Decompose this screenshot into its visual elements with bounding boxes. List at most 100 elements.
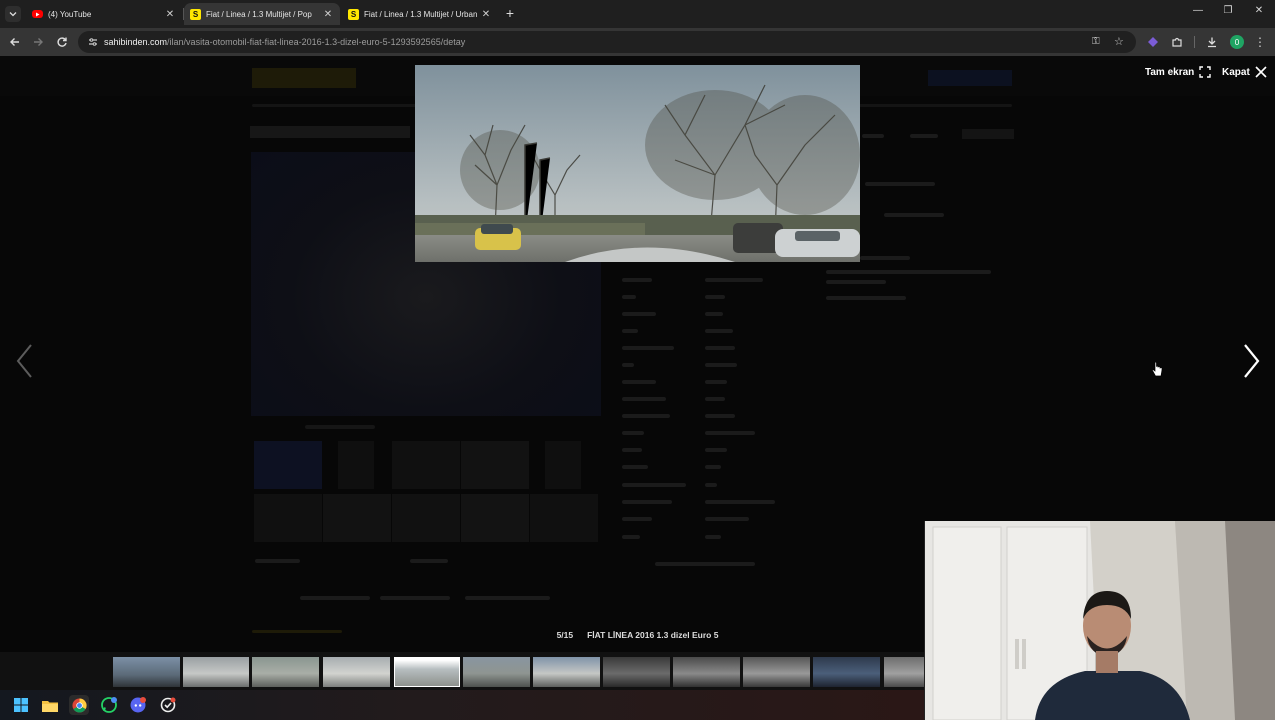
- detail-value-ghost: [705, 380, 727, 384]
- thumb-ghost: [254, 441, 322, 489]
- detail-row-ghost: [622, 448, 642, 452]
- detail-row-ghost: [622, 329, 638, 333]
- tab-fiat-linea-pop[interactable]: S Fiat / Linea / 1.3 Multijet / Pop ✕: [184, 3, 340, 25]
- header-button-ghost: [928, 70, 1012, 86]
- filmstrip-thumb[interactable]: [743, 657, 810, 687]
- webcam-overlay: [924, 521, 1275, 720]
- photo-counter: 5/15: [556, 630, 574, 640]
- detail-row-ghost: [622, 414, 670, 418]
- seller-ghost: [826, 280, 886, 284]
- detail-value-ghost: [705, 517, 749, 521]
- thumb-ghost: [254, 494, 322, 542]
- detail-row-ghost: [622, 465, 648, 469]
- profile-avatar[interactable]: 0: [1229, 34, 1245, 50]
- detail-row-ghost: [622, 363, 634, 367]
- filmstrip-thumb[interactable]: [673, 657, 740, 687]
- thumb-ghost: [392, 441, 460, 489]
- chevron-left-icon: [16, 344, 32, 378]
- detail-row-ghost: [622, 312, 656, 316]
- filmstrip-thumb[interactable]: [323, 657, 390, 687]
- detail-value-ghost: [705, 500, 775, 504]
- url-path: /ilan/vasita-otomobil-fiat-fiat-linea-20…: [167, 37, 466, 47]
- password-key-icon[interactable]: ⚿: [1092, 36, 1100, 47]
- fullscreen-button[interactable]: Tam ekran: [1145, 66, 1211, 78]
- filmstrip-thumb[interactable]: [603, 657, 670, 687]
- address-bar[interactable]: sahibinden.com/ilan/vasita-otomobil-fiat…: [78, 31, 1136, 53]
- whatsapp-icon[interactable]: [99, 695, 119, 715]
- reload-icon[interactable]: [54, 34, 70, 50]
- tab-title: Fiat / Linea / 1.3 Multijet / Pop: [206, 9, 312, 19]
- filmstrip-thumb[interactable]: [113, 657, 180, 687]
- filmstrip-thumb[interactable]: [183, 657, 249, 687]
- tab-title: (4) YouTube: [48, 9, 92, 19]
- thumb-ghost: [530, 494, 598, 542]
- previous-photo-button[interactable]: [12, 341, 40, 381]
- filmstrip-thumb[interactable]: [884, 657, 924, 687]
- seller-ghost: [826, 296, 906, 300]
- extensions-puzzle-icon[interactable]: [1169, 34, 1185, 50]
- share-icons-ghost: [962, 129, 1014, 139]
- bottom-link-ghost: [255, 559, 300, 563]
- discord-icon[interactable]: [128, 695, 148, 715]
- detail-row-ghost: [622, 380, 656, 384]
- detail-value-ghost: [705, 278, 763, 282]
- filmstrip-thumb[interactable]: [813, 657, 880, 687]
- detail-value-ghost: [705, 329, 733, 333]
- tab-youtube[interactable]: (4) YouTube ✕: [26, 3, 182, 25]
- fullscreen-icon: [1199, 66, 1211, 78]
- detail-row-ghost: [622, 517, 652, 521]
- webcam-feed: [925, 521, 1275, 720]
- windows-start-icon[interactable]: [11, 695, 31, 715]
- detail-value-ghost: [705, 414, 735, 418]
- sahibinden-icon: S: [348, 8, 359, 20]
- chrome-icon[interactable]: [69, 695, 89, 715]
- site-settings-icon[interactable]: [88, 37, 98, 47]
- file-explorer-icon[interactable]: [40, 695, 60, 715]
- close-tab-icon[interactable]: ✕: [164, 9, 176, 20]
- close-tab-icon[interactable]: ✕: [480, 9, 492, 20]
- forward-icon[interactable]: [30, 34, 46, 50]
- window-close-icon[interactable]: ✕: [1249, 5, 1269, 16]
- restore-icon[interactable]: ❐: [1218, 5, 1238, 16]
- thumb-ghost: [461, 494, 529, 542]
- browser-toolbar: sahibinden.com/ilan/vasita-otomobil-fiat…: [0, 28, 1275, 56]
- minimize-icon[interactable]: —: [1188, 5, 1208, 16]
- filmstrip-thumb[interactable]: [533, 657, 600, 687]
- detail-row-ghost: [655, 562, 755, 566]
- site-logo-ghost: [252, 68, 356, 88]
- close-tab-icon[interactable]: ✕: [322, 9, 334, 20]
- extension-purple-icon[interactable]: [1145, 34, 1161, 50]
- close-viewer-button[interactable]: Kapat: [1222, 66, 1267, 78]
- detail-value-ghost: [705, 346, 735, 350]
- url-host: sahibinden.com: [104, 37, 168, 47]
- toolbar-divider: [1194, 36, 1195, 48]
- next-photo-button[interactable]: [1238, 341, 1266, 381]
- seller-ghost: [910, 134, 938, 138]
- bottom-link-ghost: [410, 559, 448, 563]
- detail-row-ghost: [622, 295, 636, 299]
- seller-ghost: [865, 182, 935, 186]
- browser-menu-icon[interactable]: ⋮: [1252, 34, 1268, 50]
- app-icon[interactable]: [158, 695, 178, 715]
- tab-fiat-linea-urban[interactable]: S Fiat / Linea / 1.3 Multijet / Urban ✕: [342, 3, 498, 25]
- tab-search-button[interactable]: [5, 6, 21, 22]
- youtube-icon: [32, 10, 43, 18]
- bottom-link-ghost: [300, 596, 370, 600]
- thumb-ghost: [461, 441, 529, 489]
- filmstrip-thumb[interactable]: [463, 657, 530, 687]
- viewer-main-photo[interactable]: [415, 65, 860, 262]
- back-icon[interactable]: [7, 34, 23, 50]
- thumb-ghost: [392, 494, 460, 542]
- new-tab-button[interactable]: +: [502, 5, 518, 21]
- download-icon[interactable]: [1204, 34, 1220, 50]
- detail-value-ghost: [705, 295, 725, 299]
- detail-value-ghost: [705, 465, 721, 469]
- seller-ghost: [826, 270, 991, 274]
- detail-row-ghost: [622, 431, 644, 435]
- photo-link-ghost: [305, 425, 375, 429]
- bookmark-star-icon[interactable]: ☆: [1114, 35, 1124, 48]
- filmstrip-thumb-current[interactable]: [394, 657, 460, 687]
- close-label: Kapat: [1222, 66, 1250, 78]
- detail-value-ghost: [705, 431, 755, 435]
- filmstrip-thumb[interactable]: [252, 657, 319, 687]
